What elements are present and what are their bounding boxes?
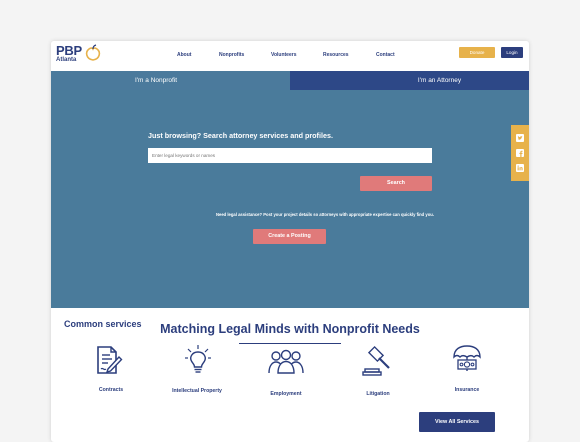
hero-title: Just browsing? Search attorney services … <box>148 131 333 140</box>
tab-attorney[interactable]: I'm an Attorney <box>290 71 529 90</box>
nav-contact[interactable]: Contact <box>376 52 395 58</box>
search-button[interactable]: Search <box>360 176 432 191</box>
nav-volunteers[interactable]: Volunteers <box>271 52 296 58</box>
logo-city: Atlanta <box>56 57 77 63</box>
service-insurance[interactable]: Insurance <box>437 387 497 393</box>
search-input[interactable] <box>148 148 432 163</box>
twitter-icon[interactable] <box>516 134 524 142</box>
service-contracts[interactable]: Contracts <box>81 387 141 393</box>
donate-button[interactable]: Donate <box>459 47 495 58</box>
peach-logo-icon <box>85 44 101 61</box>
hero-help-text: Need legal assistance? Post your project… <box>215 212 435 217</box>
logo-text: PBP <box>56 43 82 58</box>
nav-nonprofits[interactable]: Nonprofits <box>219 52 244 58</box>
linkedin-icon[interactable] <box>516 164 524 172</box>
gavel-icon[interactable] <box>362 345 394 377</box>
people-group-icon[interactable] <box>267 349 305 375</box>
heading-underline <box>239 343 341 344</box>
nav-resources[interactable]: Resources <box>323 52 349 58</box>
common-services-heading: Common services <box>64 319 142 329</box>
social-sidebar <box>511 125 529 181</box>
hero-section <box>51 90 529 308</box>
lightbulb-icon[interactable] <box>183 343 213 377</box>
service-employment[interactable]: Employment <box>256 391 316 397</box>
umbrella-money-icon[interactable] <box>451 343 483 375</box>
create-posting-button[interactable]: Create a Posting <box>253 229 326 244</box>
service-intellectual-property[interactable]: Intellectual Property <box>167 388 227 394</box>
nav-about[interactable]: About <box>177 52 191 58</box>
view-all-services-button[interactable]: View All Services <box>419 412 495 432</box>
service-litigation[interactable]: Litigation <box>348 391 408 397</box>
pbp-logo[interactable]: PBP Atlanta <box>56 43 101 64</box>
tab-nonprofit[interactable]: I'm a Nonprofit <box>51 71 290 90</box>
site-header: PBP Atlanta About Nonprofits Volunteers … <box>51 41 529 69</box>
page-frame: PBP Atlanta About Nonprofits Volunteers … <box>51 41 529 442</box>
contract-document-icon[interactable] <box>95 345 123 375</box>
login-button[interactable]: Login <box>501 47 523 58</box>
facebook-icon[interactable] <box>516 149 524 157</box>
